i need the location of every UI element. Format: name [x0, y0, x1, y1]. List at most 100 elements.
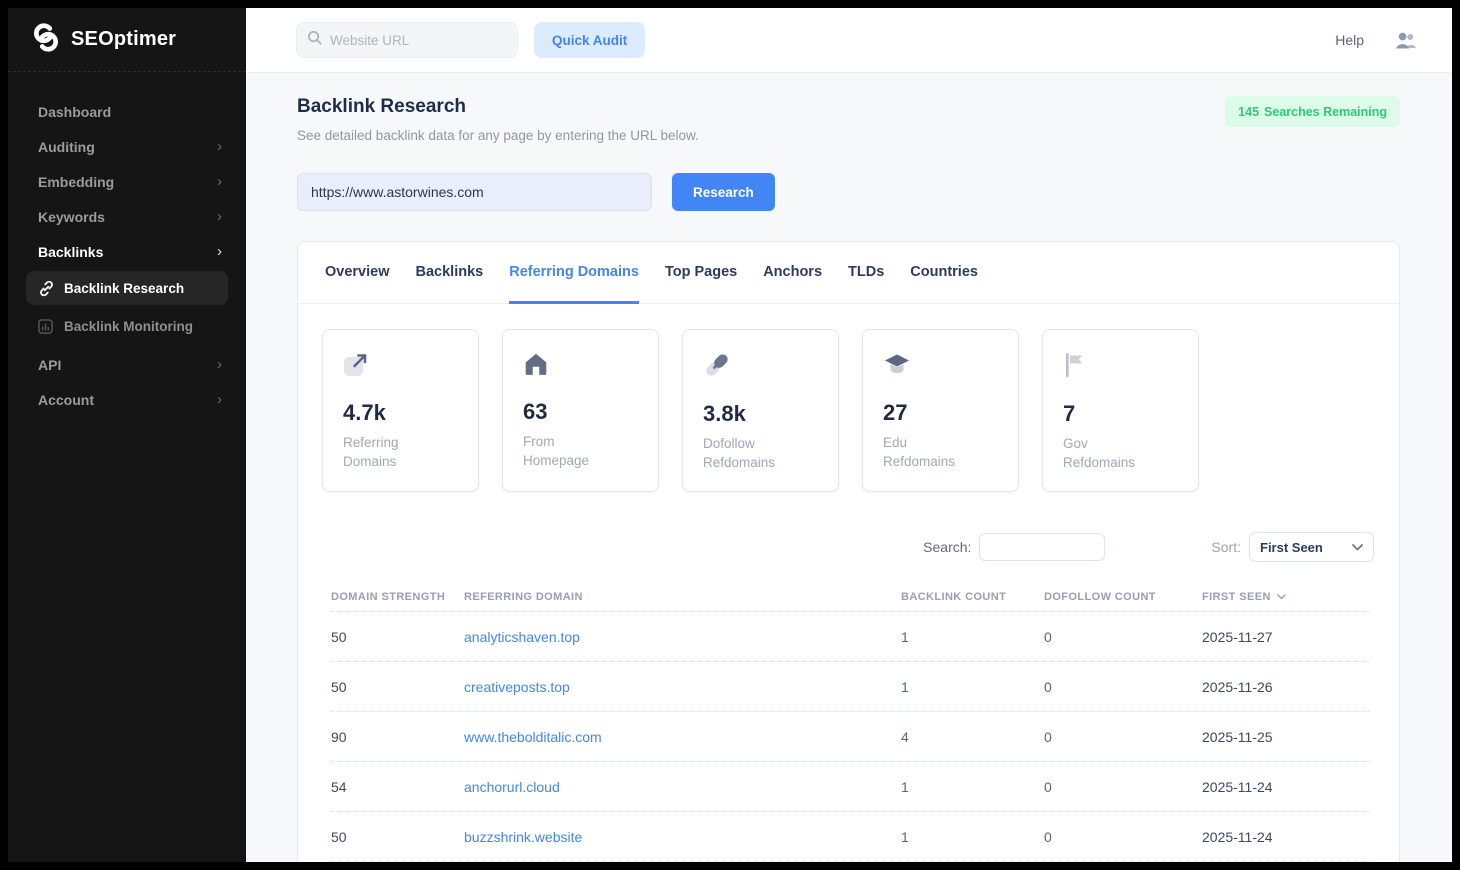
sidebar-subitem-backlink-research[interactable]: Backlink Research — [26, 271, 228, 305]
sidebar: SEOptimer Dashboard Auditing › Embedding… — [8, 8, 246, 862]
chevron-right-icon: › — [217, 173, 222, 190]
stat-label: FromHomepage — [523, 432, 638, 470]
column-header-dofollow-count[interactable]: DOFOLLOW COUNT — [1044, 591, 1202, 603]
chevron-right-icon: › — [217, 391, 222, 408]
column-header-backlink-count[interactable]: BACKLINK COUNT — [901, 591, 1044, 603]
brand-logo[interactable]: SEOptimer — [8, 8, 246, 72]
sidebar-item-dashboard[interactable]: Dashboard — [38, 94, 228, 129]
sidebar-item-label: Auditing — [38, 139, 95, 155]
quick-audit-button[interactable]: Quick Audit — [534, 22, 645, 58]
sidebar-item-keywords[interactable]: Keywords › — [38, 199, 228, 234]
cell-referring-domain-link[interactable]: buzzshrink.website — [464, 829, 901, 845]
research-button[interactable]: Research — [672, 173, 775, 211]
page-header: Backlink Research See detailed backlink … — [297, 96, 1400, 143]
cell-referring-domain-link[interactable]: analyticshaven.top — [464, 629, 901, 645]
cell-first-seen: 2025-11-24 — [1202, 779, 1369, 795]
sidebar-item-label: Keywords — [38, 209, 105, 225]
stat-value: 7 — [1063, 401, 1178, 427]
chevron-right-icon: › — [217, 243, 222, 260]
sort-selected-value: First Seen — [1260, 540, 1323, 555]
stat-card-referring-domains: 4.7k ReferringDomains — [322, 329, 479, 492]
users-icon[interactable] — [1394, 31, 1416, 50]
table-controls: Search: Sort: First Seen — [298, 532, 1399, 562]
cell-dofollow-count: 0 — [1044, 729, 1202, 745]
tab-referring-domains[interactable]: Referring Domains — [509, 242, 639, 304]
cell-referring-domain-link[interactable]: anchorurl.cloud — [464, 779, 901, 795]
tab-top-pages[interactable]: Top Pages — [665, 242, 737, 304]
stat-label: DofollowRefdomains — [703, 434, 818, 472]
search-icon — [307, 30, 322, 50]
tab-anchors[interactable]: Anchors — [763, 242, 822, 304]
sidebar-item-auditing[interactable]: Auditing › — [38, 129, 228, 164]
stat-label: GovRefdomains — [1063, 434, 1178, 472]
cell-backlink-count: 4 — [901, 729, 1044, 745]
website-url-searchbox[interactable] — [296, 22, 518, 58]
cell-domain-strength: 90 — [331, 729, 464, 745]
research-form: Research — [297, 173, 1400, 211]
stat-card-dofollow-refdomains: 3.8k DofollowRefdomains — [682, 329, 839, 492]
table-row: 50 buzzshrink.website 1 0 2025-11-24 — [331, 812, 1369, 862]
searches-remaining-badge: 145 Searches Remaining — [1225, 96, 1400, 127]
flag-icon — [1063, 366, 1087, 383]
column-header-first-seen[interactable]: FIRST SEEN — [1202, 591, 1369, 603]
cell-first-seen: 2025-11-24 — [1202, 829, 1369, 845]
cell-referring-domain-link[interactable]: creativeposts.top — [464, 679, 901, 695]
top-bar: Quick Audit Help — [246, 8, 1452, 72]
searches-remaining-count: 145 — [1238, 105, 1259, 119]
cell-dofollow-count: 0 — [1044, 829, 1202, 845]
stat-label: EduRefdomains — [883, 433, 998, 471]
cell-backlink-count: 1 — [901, 679, 1044, 695]
table-row: 90 www.thebolditalic.com 4 0 2025-11-25 — [331, 712, 1369, 762]
tab-countries[interactable]: Countries — [910, 242, 978, 304]
sidebar-item-backlinks[interactable]: Backlinks › — [38, 234, 228, 269]
tab-backlinks[interactable]: Backlinks — [416, 242, 484, 304]
sidebar-item-label: Embedding — [38, 174, 114, 190]
referring-domains-table: DOMAIN STRENGTH REFERRING DOMAIN BACKLIN… — [331, 582, 1369, 862]
cell-referring-domain-link[interactable]: www.thebolditalic.com — [464, 729, 901, 745]
stat-label: ReferringDomains — [343, 433, 458, 471]
stat-cards: 4.7k ReferringDomains 63 F — [298, 304, 1399, 492]
chevron-down-icon — [1352, 544, 1363, 551]
graduation-cap-icon — [883, 365, 911, 382]
stat-value: 27 — [883, 400, 998, 426]
tab-bar: Overview Backlinks Referring Domains Top… — [298, 242, 1399, 304]
chevron-right-icon: › — [217, 208, 222, 225]
sidebar-subitem-backlink-monitoring[interactable]: Backlink Monitoring — [26, 309, 228, 343]
column-header-domain-strength[interactable]: DOMAIN STRENGTH — [331, 591, 464, 603]
brand-name: SEOptimer — [71, 28, 176, 51]
search-label: Search: — [923, 539, 971, 555]
cell-backlink-count: 1 — [901, 629, 1044, 645]
link-icon — [38, 280, 64, 297]
research-url-input[interactable] — [297, 173, 652, 211]
cell-backlink-count: 1 — [901, 779, 1044, 795]
chevron-right-icon: › — [217, 138, 222, 155]
backlinks-submenu: Backlink Research Backlink Monitoring — [26, 271, 228, 343]
sort-direction-icon — [1277, 594, 1286, 600]
tab-tlds[interactable]: TLDs — [848, 242, 884, 304]
table-search-input[interactable] — [979, 533, 1105, 561]
cell-dofollow-count: 0 — [1044, 779, 1202, 795]
cell-domain-strength: 50 — [331, 679, 464, 695]
bar-chart-icon — [38, 319, 64, 334]
window-frame: SEOptimer Dashboard Auditing › Embedding… — [0, 0, 1460, 870]
cell-dofollow-count: 0 — [1044, 629, 1202, 645]
cell-domain-strength: 50 — [331, 629, 464, 645]
sidebar-item-api[interactable]: API › — [38, 347, 228, 382]
stat-value: 3.8k — [703, 401, 818, 427]
help-link[interactable]: Help — [1335, 32, 1364, 48]
page-title: Backlink Research — [297, 96, 699, 118]
home-icon — [523, 364, 549, 381]
sidebar-item-embedding[interactable]: Embedding › — [38, 164, 228, 199]
sort-label: Sort: — [1211, 539, 1241, 555]
sidebar-item-label: Dashboard — [38, 104, 111, 120]
website-url-input[interactable] — [330, 33, 500, 48]
sidebar-item-account[interactable]: Account › — [38, 382, 228, 417]
column-header-referring-domain[interactable]: REFERRING DOMAIN — [464, 591, 901, 603]
seoptimer-gear-icon — [30, 21, 62, 58]
tab-overview[interactable]: Overview — [325, 242, 390, 304]
cell-first-seen: 2025-11-27 — [1202, 629, 1369, 645]
sort-select[interactable]: First Seen — [1249, 532, 1374, 562]
main-area: Quick Audit Help Backlink Research See d… — [246, 8, 1452, 862]
cell-domain-strength: 54 — [331, 779, 464, 795]
stat-card-from-homepage: 63 FromHomepage — [502, 329, 659, 492]
